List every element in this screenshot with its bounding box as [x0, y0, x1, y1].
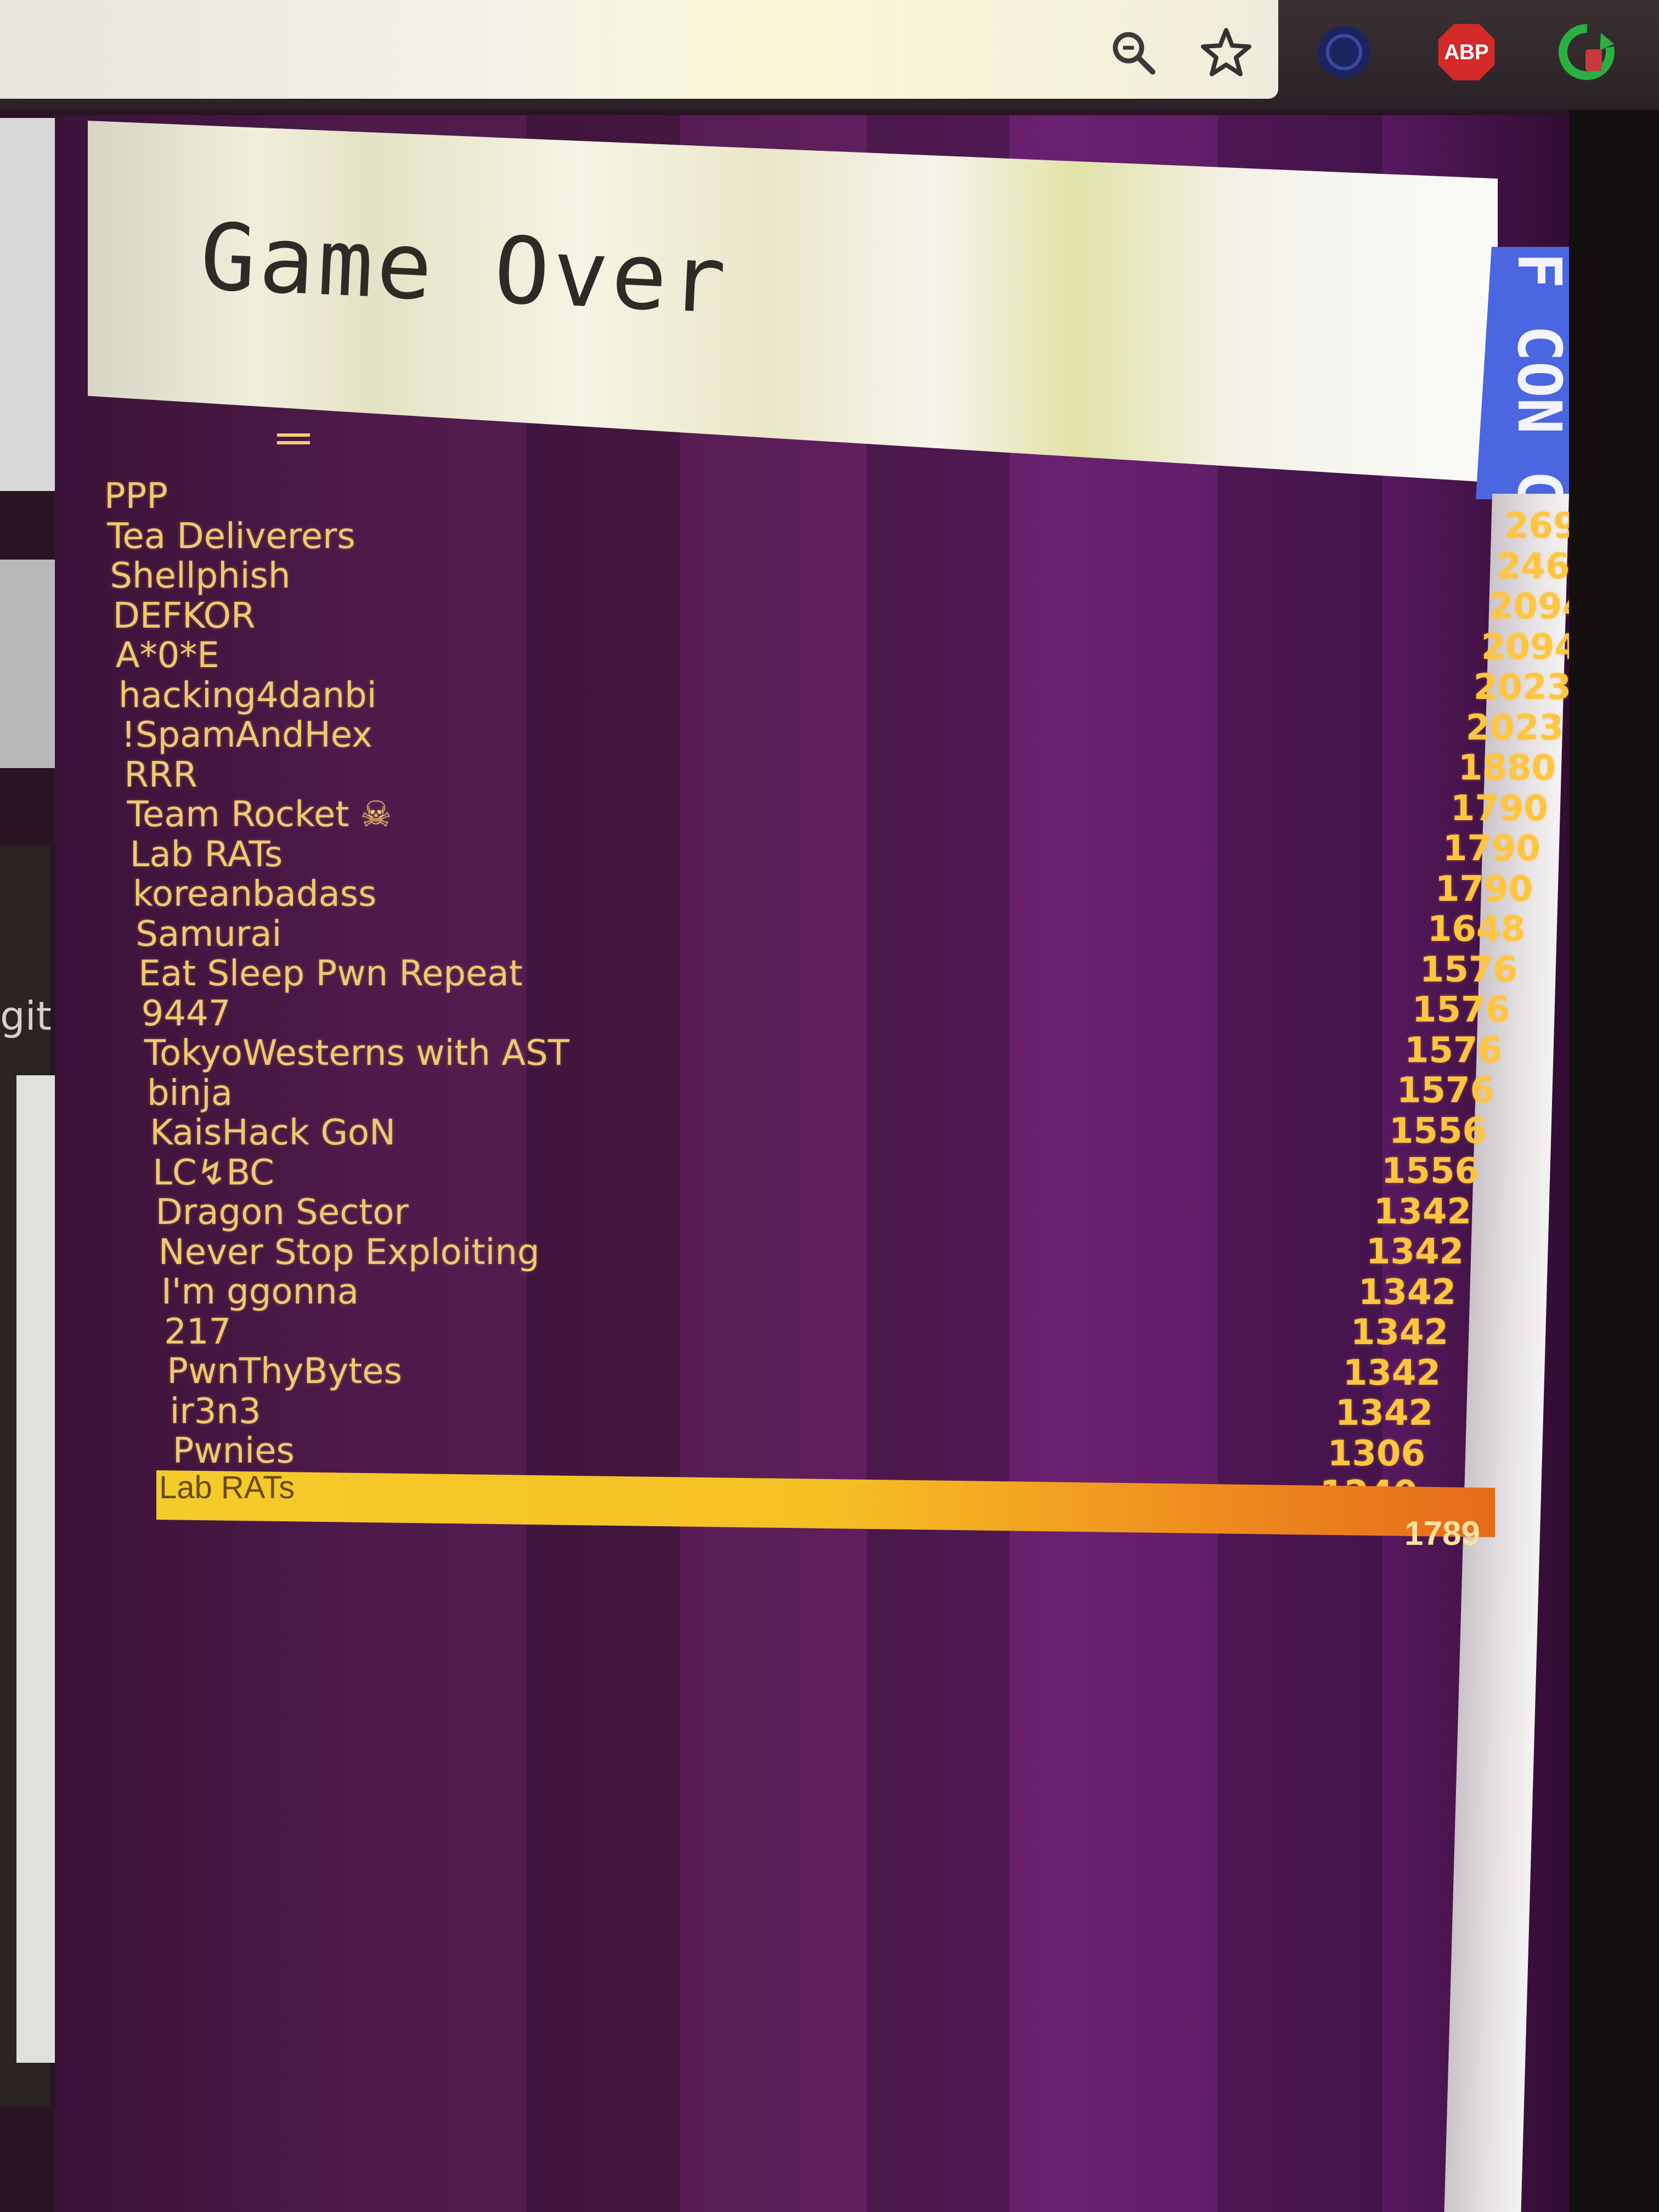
adblock-label: ABP [1444, 41, 1488, 64]
team-score: 1342 [1373, 1191, 1471, 1232]
team-name: PPP [104, 476, 168, 517]
team-name: Never Stop Exploiting [158, 1232, 540, 1273]
menu-icon[interactable] [277, 433, 310, 450]
address-bar[interactable] [0, 0, 1278, 99]
team-name: binja [147, 1073, 233, 1114]
team-score: 2094 [1481, 627, 1579, 668]
adblock-icon[interactable]: ABP [1436, 22, 1497, 82]
extension-dark-icon[interactable] [1314, 22, 1374, 82]
team-score: 1556 [1389, 1110, 1487, 1152]
team-name: Lab RATs [129, 834, 283, 875]
team-name: ir3n3 [170, 1391, 261, 1432]
team-score: 2094 [1488, 586, 1587, 627]
team-name: DEFKOR [112, 595, 256, 636]
team-name: KaisHack GoN [150, 1113, 396, 1153]
team-name: Eat Sleep Pwn Repeat [138, 953, 523, 994]
team-score: 1342 [1350, 1312, 1448, 1353]
team-score: 1648 [1427, 909, 1525, 950]
team-score: 1576 [1396, 1070, 1494, 1111]
team-name: Pwnies [172, 1431, 295, 1471]
team-name: A*0*E [115, 635, 219, 676]
side-tab-label: F CON C [1504, 252, 1575, 499]
team-name: Dragon Sector [155, 1192, 409, 1233]
screen: ABP gitbs Game Over F CON C PPP Tea Deliv… [0, 0, 1659, 2212]
team-name: I'm ggonna [161, 1272, 359, 1312]
team-name: Team Rocket ☠ [127, 794, 392, 835]
team-name: Samurai [136, 913, 282, 955]
zoom-icon[interactable] [1103, 22, 1163, 82]
team-score: 1790 [1435, 868, 1533, 910]
team-score: 2023 [1473, 667, 1571, 708]
team-score: 1342 [1335, 1393, 1433, 1434]
team-score: 1576 [1404, 1030, 1502, 1071]
team-score: 1556 [1381, 1151, 1479, 1192]
team-name: Tea Deliverers [107, 516, 356, 557]
highlight-score: 1789 [1404, 1515, 1480, 1553]
highlight-team: Lab RATs [159, 1470, 295, 1505]
team-name: Shellphish [110, 556, 291, 596]
team-name: 9447 [141, 993, 231, 1034]
team-score: 1342 [1342, 1352, 1441, 1393]
team-score: 1790 [1442, 828, 1541, 869]
team-name: 217 [164, 1311, 232, 1352]
extension-green-icon[interactable] [1557, 22, 1617, 82]
browser-toolbar: ABP [0, 0, 1659, 110]
team-name: TokyoWesterns with AST [144, 1033, 569, 1074]
team-score: 1342 [1358, 1272, 1456, 1313]
team-name: PwnThyBytes [167, 1351, 403, 1392]
team-score: 2023 [1465, 707, 1564, 748]
team-score: 1790 [1450, 788, 1548, 829]
team-name: !SpamAndHex [121, 715, 373, 755]
team-name: koreanbadass [133, 874, 377, 915]
team-name: hacking4danbi [119, 675, 377, 716]
team-name: RRR [124, 754, 198, 795]
background-window [0, 118, 60, 491]
team-score: 1880 [1458, 748, 1556, 788]
team-score: 1576 [1419, 949, 1517, 990]
team-score: 1342 [1365, 1232, 1464, 1272]
team-score: 1306 [1327, 1433, 1425, 1474]
team-name: LC↯BC [153, 1152, 274, 1193]
bookmark-star-icon[interactable] [1196, 22, 1256, 82]
screen-bezel [1569, 110, 1659, 2212]
team-score: 1576 [1412, 990, 1510, 1030]
